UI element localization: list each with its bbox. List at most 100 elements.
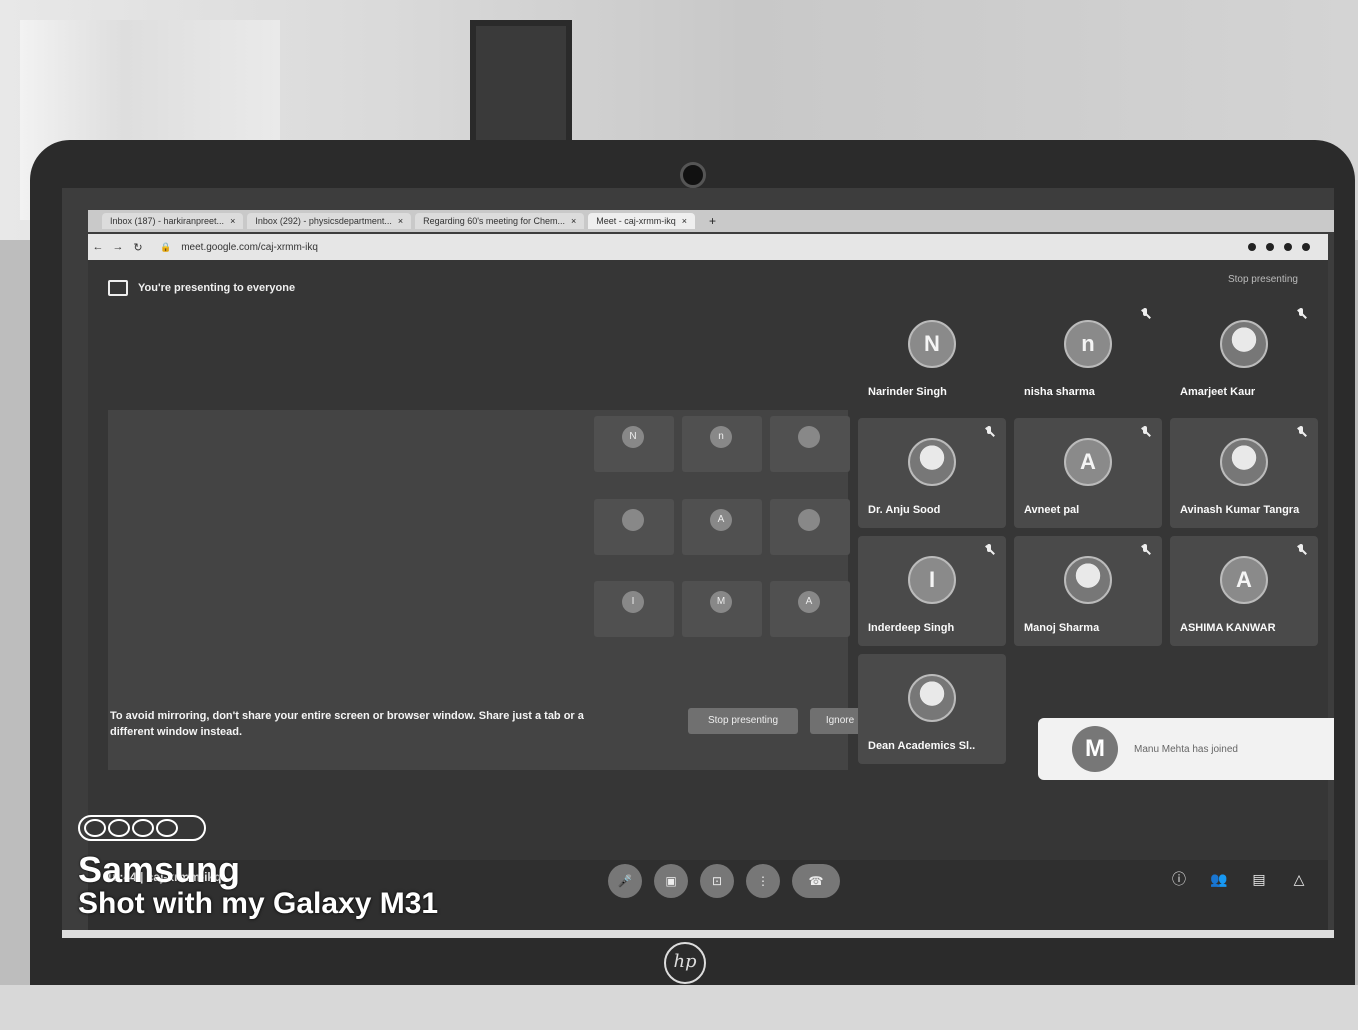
extension-icon[interactable] (1248, 243, 1256, 251)
browser-tab[interactable]: Inbox (292) - physicsdepartment... × (247, 213, 412, 229)
extension-icons (1248, 243, 1328, 251)
info-icon[interactable]: ⓘ (1170, 870, 1188, 888)
avatar-photo (1064, 556, 1112, 604)
url-field[interactable]: meet.google.com/caj-xrmm-ikq (181, 242, 318, 253)
close-icon[interactable]: × (398, 216, 403, 226)
mirror-tile: N (594, 416, 674, 472)
mini-avatar: I (622, 591, 644, 614)
forward-icon[interactable]: → (108, 241, 128, 253)
camera-rings-logo (78, 815, 206, 841)
participant-tile[interactable]: Manoj Sharma (1014, 536, 1162, 646)
meeting-side-icons: ⓘ 👥 ▤ △ (1170, 870, 1308, 888)
avatar: M (1072, 726, 1118, 772)
avatar: N (908, 320, 956, 368)
mirror-participant-grid: N n A I M A (588, 410, 860, 662)
mic-off-icon (984, 426, 994, 438)
close-icon[interactable]: × (230, 216, 235, 226)
participant-name: Narinder Singh (868, 386, 947, 398)
participant-name: Avinash Kumar Tangra (1180, 504, 1300, 516)
mirror-tile (770, 416, 850, 472)
camera-ring-icon (84, 819, 106, 837)
participant-tile[interactable]: A ASHIMA KANWAR (1170, 536, 1318, 646)
stop-presenting-link[interactable]: Stop presenting (1228, 274, 1298, 285)
participant-grid: N Narinder Singh n nisha sharma Amarjeet… (858, 300, 1328, 764)
mic-off-icon (1296, 426, 1306, 438)
participant-tile[interactable]: I Inderdeep Singh (858, 536, 1006, 646)
watermark-brand: Samsung (78, 849, 241, 890)
leave-call-icon[interactable]: ☎ (792, 864, 840, 898)
mirror-tile: I (594, 581, 674, 638)
participant-tile[interactable]: A Avneet pal (1014, 418, 1162, 528)
mic-off-icon (984, 544, 994, 556)
presenting-banner: You're presenting to everyone (108, 280, 295, 296)
present-screen-icon (108, 280, 128, 296)
presenting-text: You're presenting to everyone (138, 282, 296, 294)
mini-avatar (798, 426, 820, 448)
microphone-icon[interactable]: 🎤 (608, 864, 642, 898)
back-icon[interactable]: ← (88, 241, 108, 253)
call-controls: 🎤 ▣ ⊡ ⋮ ☎ (608, 864, 840, 898)
participant-name: Manoj Sharma (1024, 622, 1100, 634)
browser-tab-active[interactable]: Meet - caj-xrmm-ikq × (588, 213, 696, 229)
mini-avatar: M (710, 591, 732, 614)
mini-avatar: A (798, 591, 820, 614)
avatar-photo (1220, 438, 1268, 486)
close-icon[interactable]: × (682, 216, 687, 226)
mini-avatar (622, 508, 644, 531)
camera-watermark: Samsung Shot with my Galaxy M31 (78, 815, 438, 921)
participant-name: Amarjeet Kaur (1180, 386, 1256, 398)
profile-icon[interactable] (1302, 243, 1310, 251)
extension-icon[interactable] (1266, 243, 1274, 251)
join-notification[interactable]: M Manu Mehta has joined (1038, 718, 1334, 780)
tab-label: Inbox (187) - harkiranpreet... (110, 216, 225, 226)
mini-avatar: n (710, 426, 732, 448)
join-notification-text: Manu Mehta has joined (1134, 743, 1238, 755)
mirror-tile (594, 498, 674, 555)
extension-icon[interactable] (1284, 243, 1292, 251)
avatar-photo (908, 674, 956, 722)
meet-stage: You're presenting to everyone Stop prese… (88, 260, 1334, 860)
os-taskbar (62, 930, 1334, 938)
participant-tile[interactable]: Amarjeet Kaur (1170, 300, 1318, 410)
avatar: A (1220, 556, 1268, 604)
browser-addressbar: ← → ↻ 🔒 meet.google.com/caj-xrmm-ikq (88, 234, 1328, 260)
new-tab-icon[interactable]: + (709, 214, 716, 228)
hp-logo: hp (664, 942, 706, 984)
mirror-tile: n (682, 416, 762, 472)
people-icon[interactable]: 👥 (1210, 870, 1228, 888)
participant-name: Inderdeep Singh (868, 622, 955, 634)
chat-icon[interactable]: ▤ (1250, 870, 1268, 888)
tab-label: Inbox (292) - physicsdepartment... (255, 216, 392, 226)
lock-icon: 🔒 (160, 241, 172, 252)
participant-tile[interactable]: Dean Academics Sl.. (858, 654, 1006, 764)
mic-off-icon (1296, 308, 1306, 320)
mirror-stop-presenting-button[interactable]: Stop presenting (688, 708, 798, 734)
tab-label: Regarding 60's meeting for Chem... (423, 216, 565, 226)
mini-avatar: A (710, 508, 732, 531)
participant-name: ASHIMA KANWAR (1180, 622, 1276, 634)
mirror-tile (770, 498, 850, 555)
participant-tile[interactable]: N Narinder Singh (858, 300, 1006, 410)
mic-off-icon (1140, 308, 1150, 320)
mini-avatar (798, 508, 820, 531)
participant-name: Dean Academics Sl.. (868, 740, 976, 752)
laptop-base (0, 985, 1358, 1030)
activities-icon[interactable]: △ (1290, 870, 1308, 888)
reload-icon[interactable]: ↻ (128, 241, 148, 254)
mic-off-icon (1296, 544, 1306, 556)
participant-tile[interactable]: n nisha sharma (1014, 300, 1162, 410)
avatar-photo (908, 438, 956, 486)
avatar: n (1064, 320, 1112, 368)
browser-tab[interactable]: Inbox (187) - harkiranpreet... × (102, 213, 244, 229)
more-options-icon[interactable]: ⋮ (746, 864, 780, 898)
camera-icon[interactable]: ▣ (654, 864, 688, 898)
participant-tile[interactable]: Avinash Kumar Tangra (1170, 418, 1318, 528)
close-icon[interactable]: × (571, 216, 576, 226)
present-icon[interactable]: ⊡ (700, 864, 734, 898)
participant-tile[interactable]: Dr. Anju Sood (858, 418, 1006, 528)
mirror-tile: M (682, 581, 762, 638)
mic-off-icon (1140, 544, 1150, 556)
avatar: I (908, 556, 956, 604)
camera-ring-icon (156, 819, 178, 837)
browser-tab[interactable]: Regarding 60's meeting for Chem... × (415, 213, 585, 229)
